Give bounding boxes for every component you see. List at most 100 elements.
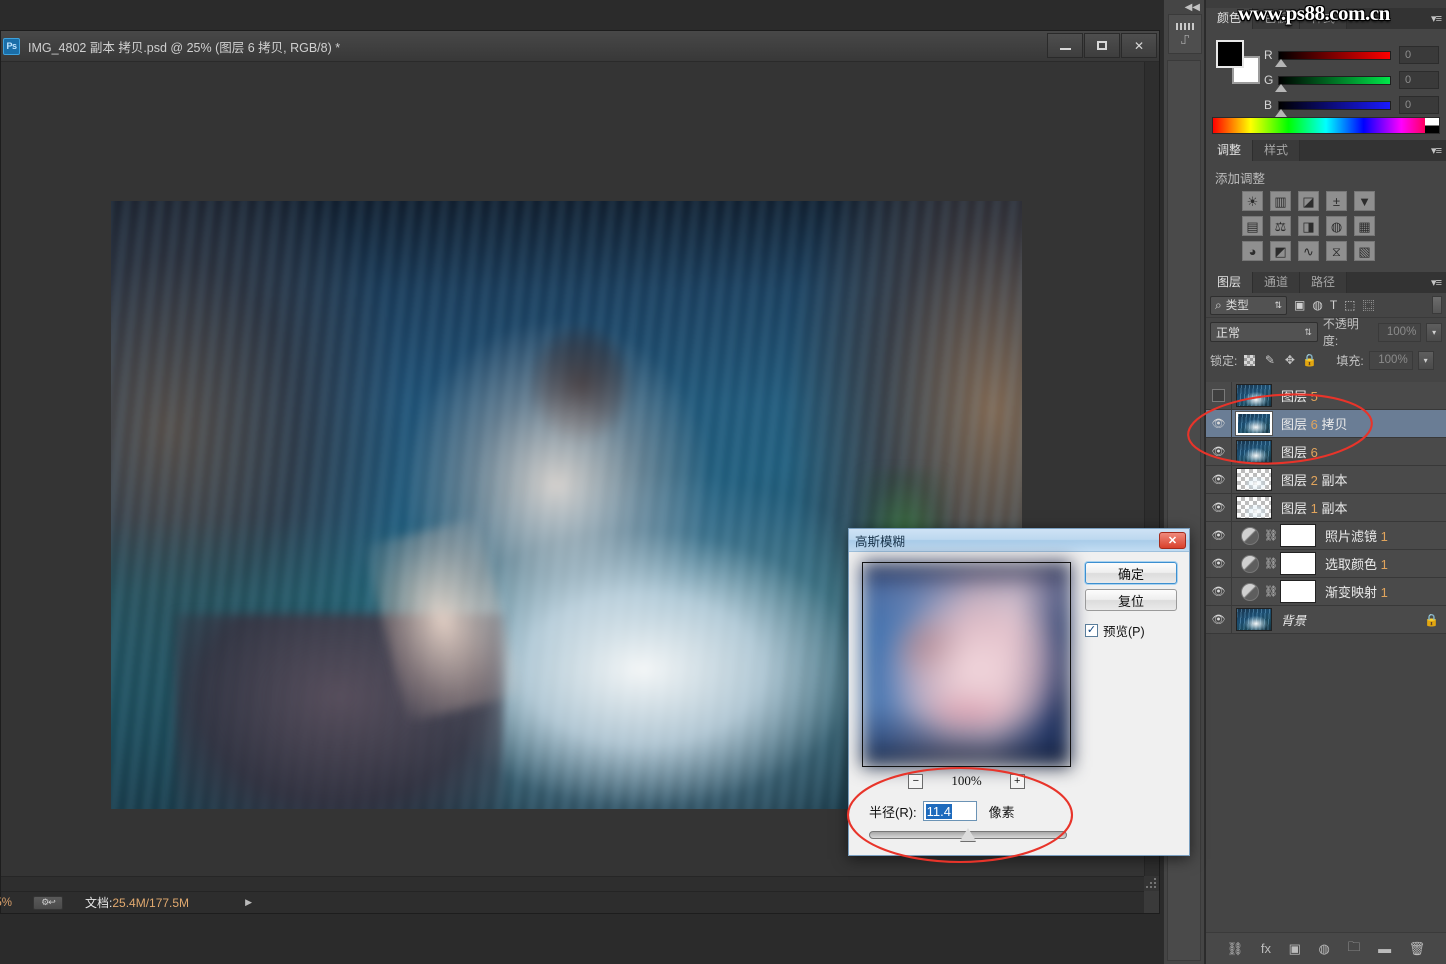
filter-pixel-icon[interactable]: ▣ [1294, 298, 1305, 312]
history-actions-icon[interactable]: ⑀ [1168, 14, 1202, 54]
layer-name[interactable]: 渐变映射 1 [1325, 582, 1388, 601]
adjustment-layer-icon[interactable] [1241, 582, 1259, 601]
link-layers-icon[interactable]: ⛓ [1227, 941, 1244, 957]
radius-slider-thumb[interactable] [960, 828, 976, 841]
layer-visibility-cell[interactable]: 👁 [1206, 410, 1232, 437]
filter-shape-icon[interactable]: ⬚ [1344, 298, 1355, 312]
fx-icon[interactable]: fx [1261, 941, 1271, 956]
layer-thumbnail[interactable] [1236, 496, 1272, 519]
table-row[interactable]: 👁 图层 6 [1206, 438, 1446, 466]
layer-name[interactable]: 背景 [1281, 610, 1306, 629]
layer-name[interactable]: 图层 6 拷贝 [1281, 414, 1348, 433]
layer-visibility-cell[interactable]: 👁 [1206, 466, 1232, 493]
link-mask-icon[interactable]: ⛓ [1264, 557, 1278, 570]
eye-icon[interactable]: 👁 [1212, 473, 1226, 486]
eye-icon[interactable]: 👁 [1212, 445, 1226, 458]
posterize-icon[interactable]: ◩ [1270, 241, 1291, 261]
channel-value-b[interactable]: 0 [1399, 96, 1439, 114]
channel-value-g[interactable]: 0 [1399, 71, 1439, 89]
delete-layer-icon[interactable]: 🗑 [1409, 941, 1426, 957]
layer-thumbnail[interactable] [1235, 411, 1273, 436]
layer-mask-thumbnail[interactable] [1280, 552, 1316, 575]
table-row[interactable]: 👁 ⛓ 选取颜色 1 [1206, 550, 1446, 578]
table-row[interactable]: 👁 ⛓ 照片滤镜 1 [1206, 522, 1446, 550]
photo-filter-icon[interactable]: ◍ [1326, 216, 1347, 236]
table-row[interactable]: 👁 图层 1 副本 [1206, 494, 1446, 522]
zoom-in-button[interactable]: + [1009, 773, 1025, 789]
zoom-out-button[interactable]: − [908, 773, 924, 789]
channel-thumb-b[interactable] [1275, 108, 1287, 117]
eye-hidden-icon[interactable] [1212, 389, 1225, 402]
layer-name[interactable]: 选取颜色 1 [1325, 554, 1388, 573]
layer-thumbnail[interactable] [1236, 608, 1272, 631]
radius-input[interactable]: 11.4 [922, 801, 977, 821]
curves-icon[interactable]: ◪ [1298, 191, 1319, 211]
status-menu-arrow[interactable]: ▶ [245, 897, 252, 908]
dialog-titlebar[interactable]: 高斯模糊 ✕ [849, 529, 1189, 552]
gradient-map-icon[interactable]: ▧ [1354, 241, 1375, 261]
new-group-icon[interactable]: 🗀 [1347, 938, 1360, 960]
color-balance-icon[interactable]: ⚖ [1270, 216, 1291, 236]
blend-mode-select[interactable]: 正常 ⇅ [1210, 322, 1318, 342]
layer-mask-thumbnail[interactable] [1280, 580, 1316, 603]
lock-position-icon[interactable]: ✥ [1282, 353, 1297, 368]
fill-value[interactable]: 100% [1368, 350, 1413, 370]
layers-panel-menu-icon[interactable]: ▾≡ [1431, 276, 1442, 289]
gear-icon[interactable]: ⚙↩ [33, 895, 63, 910]
layer-name[interactable]: 图层 6 [1281, 442, 1318, 461]
close-icon[interactable]: ✕ [1159, 531, 1186, 549]
layer-mask-thumbnail[interactable] [1280, 524, 1316, 547]
channel-slider-g[interactable] [1275, 75, 1391, 92]
lock-image-pixels-icon[interactable]: ✎ [1262, 353, 1277, 368]
layer-visibility-cell[interactable] [1206, 382, 1232, 409]
zoom-level[interactable]: 25% [0, 897, 27, 909]
eye-icon[interactable]: 👁 [1212, 557, 1226, 570]
link-mask-icon[interactable]: ⛓ [1264, 585, 1278, 598]
filter-type-text-icon[interactable]: T [1330, 298, 1337, 312]
radius-slider[interactable] [869, 828, 1067, 841]
close-button[interactable]: ✕ [1121, 33, 1157, 58]
blur-preview-image[interactable] [862, 562, 1071, 767]
layer-name[interactable]: 图层 1 副本 [1281, 498, 1348, 517]
layer-name[interactable]: 图层 2 副本 [1281, 470, 1348, 489]
new-layer-icon[interactable]: ▬ [1378, 941, 1391, 956]
layer-list[interactable]: 图层 5 👁 图层 6 拷贝 👁 图层 6 👁 图层 2 副本 👁 图层 1 副… [1206, 382, 1446, 638]
layer-thumbnail[interactable] [1236, 440, 1272, 463]
levels-icon[interactable]: ▥ [1270, 191, 1291, 211]
canvas-horizontal-scrollbar[interactable] [1, 876, 1144, 891]
layer-visibility-cell[interactable]: 👁 [1206, 606, 1232, 633]
minimize-button[interactable] [1047, 33, 1083, 58]
layer-thumbnail[interactable] [1236, 468, 1272, 491]
maximize-button[interactable] [1084, 33, 1120, 58]
foreground-color-swatch[interactable] [1216, 40, 1244, 68]
table-row[interactable]: 图层 5 [1206, 382, 1446, 410]
table-row[interactable]: 👁 图层 2 副本 [1206, 466, 1446, 494]
filter-enable-toggle[interactable] [1432, 296, 1442, 314]
tab-layers[interactable]: 图层 [1206, 272, 1254, 293]
channel-mixer-icon[interactable]: ▦ [1354, 216, 1375, 236]
resize-grip[interactable] [1144, 876, 1159, 891]
hue-saturation-icon[interactable]: ▤ [1242, 216, 1263, 236]
tab-adjustments[interactable]: 调整 [1206, 140, 1254, 161]
eye-icon[interactable]: 👁 [1212, 585, 1226, 598]
table-row[interactable]: 👁 ⛓ 渐变映射 1 [1206, 578, 1446, 606]
reset-button[interactable]: 复位 [1085, 589, 1177, 611]
opacity-spin-icon[interactable]: ▾ [1426, 322, 1443, 342]
layer-thumbnail[interactable] [1236, 384, 1272, 407]
layer-visibility-cell[interactable]: 👁 [1206, 578, 1232, 605]
document-titlebar[interactable]: Ps IMG_4802 副本 拷贝.psd @ 25% (图层 6 拷贝, RG… [1, 31, 1159, 62]
layer-name[interactable]: 照片滤镜 1 [1325, 526, 1388, 545]
invert-icon[interactable]: ◕ [1242, 241, 1263, 261]
channel-thumb-g[interactable] [1275, 83, 1287, 92]
exposure-icon[interactable]: ± [1326, 191, 1347, 211]
filter-adjustment-icon[interactable]: ◍ [1312, 298, 1322, 312]
tab-styles[interactable]: 样式 [1253, 140, 1301, 161]
layer-visibility-cell[interactable]: 👁 [1206, 438, 1232, 465]
vibrance-icon[interactable]: ▼ [1354, 191, 1375, 211]
checkbox-box[interactable]: ✓ [1085, 624, 1098, 637]
fill-spin-icon[interactable]: ▾ [1417, 350, 1434, 370]
adjustment-layer-icon[interactable] [1241, 554, 1259, 573]
table-row[interactable]: 👁 图层 6 拷贝 [1206, 410, 1446, 438]
new-adjustment-icon[interactable]: ◍ [1319, 941, 1330, 957]
eye-icon[interactable]: 👁 [1212, 417, 1226, 430]
